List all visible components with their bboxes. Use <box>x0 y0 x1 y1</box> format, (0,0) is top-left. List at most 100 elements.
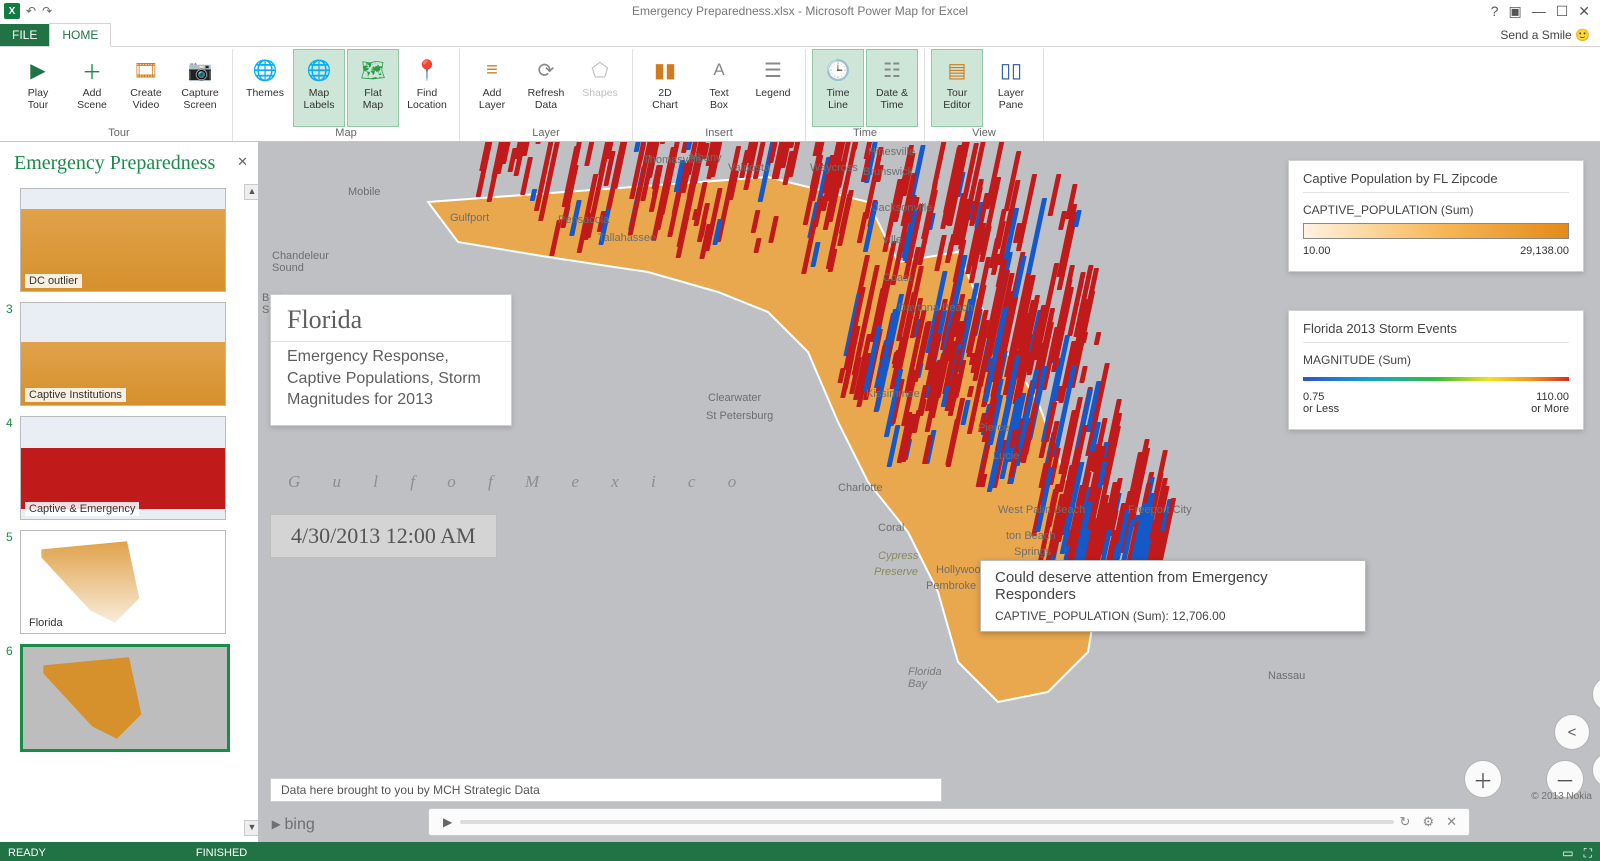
group-insert-label: Insert <box>639 127 799 141</box>
titlebar: X ↶ ↷ Emergency Preparedness.xlsx - Micr… <box>0 0 1600 22</box>
send-a-smile[interactable]: Send a Smile 🙂 <box>1490 24 1600 46</box>
themes-button[interactable]: 🌐Themes <box>239 49 291 127</box>
city-label: Pierce <box>978 422 1009 434</box>
statusbar-icon[interactable]: ⛶ <box>1584 846 1592 861</box>
add-layer-button[interactable]: ≡Add Layer <box>466 49 518 127</box>
scene-number: 5 <box>6 530 13 544</box>
ribbon-options-icon[interactable]: ▣ <box>1508 3 1521 20</box>
smile-label: Send a Smile <box>1500 28 1571 42</box>
status-finished: FINISHED <box>196 847 247 859</box>
map-labels-button[interactable]: 🌐Map Labels <box>293 49 345 127</box>
scene-number: 6 <box>6 644 13 658</box>
legend-captive-population[interactable]: Captive Population by FL Zipcode CAPTIVE… <box>1288 160 1584 272</box>
city-label: Hinesville <box>868 146 915 158</box>
loop-icon[interactable]: ↻ <box>1394 814 1417 830</box>
legend-storm-events[interactable]: Florida 2013 Storm Events MAGNITUDE (Sum… <box>1288 310 1584 430</box>
legend-title: Florida 2013 Storm Events <box>1303 321 1569 343</box>
statusbar-icon[interactable]: ▭ <box>1562 846 1573 861</box>
scene-scrollbar[interactable]: ▲ ▼ <box>244 184 258 836</box>
close-pane-icon[interactable]: ✕ <box>237 154 248 170</box>
maximize-icon[interactable]: ☐ <box>1556 3 1569 20</box>
close-timeline-icon[interactable]: ✕ <box>1440 814 1463 830</box>
settings-icon[interactable]: ⚙ <box>1416 814 1440 830</box>
city-label: ton Beach <box>1006 530 1056 542</box>
city-label: Lucie <box>993 450 1019 462</box>
tour-editor-button[interactable]: ▤Tour Editor <box>931 49 983 127</box>
refresh-data-button[interactable]: ⟳Refresh Data <box>520 49 572 127</box>
city-label: Springs <box>1014 546 1051 558</box>
legend-button[interactable]: ☰Legend <box>747 49 799 127</box>
scene-item-selected[interactable]: 6 <box>20 644 248 752</box>
scene-item[interactable]: 4 Captive & Emergency <box>20 416 248 520</box>
status-bar: READY FINISHED ▭ ⛶ <box>0 842 1600 861</box>
scene-text-card[interactable]: Florida Emergency Response, Captive Popu… <box>270 294 512 426</box>
legend-min: 0.75or Less <box>1303 391 1339 415</box>
play-tour-button[interactable]: ▶Play Tour <box>12 49 64 127</box>
gulf-label: G u l f o f M e x i c o <box>288 472 750 492</box>
scene-caption: Captive & Emergency <box>25 502 139 516</box>
scene-list: DC outlier 3 Captive Institutions 4 Capt… <box>0 184 248 836</box>
attribution-card: Data here brought to you by MCH Strategi… <box>270 778 942 802</box>
tab-file[interactable]: FILE <box>0 24 49 46</box>
city-label: Valdosta <box>728 162 770 174</box>
scene-item[interactable]: 5 Florida <box>20 530 248 634</box>
zoom-in-button[interactable]: ＋ <box>1464 760 1502 798</box>
add-scene-button[interactable]: ＋Add Scene <box>66 49 118 127</box>
find-location-button[interactable]: 📍Find Location <box>401 49 453 127</box>
create-video-button[interactable]: 🎞Create Video <box>120 49 172 127</box>
city-label: Jacksonville <box>873 202 932 214</box>
city-label: Nassau <box>1268 670 1305 682</box>
minimize-icon[interactable]: — <box>1532 3 1546 19</box>
city-label: Florida Bay <box>908 666 942 690</box>
play-icon[interactable]: ▶ <box>435 815 460 829</box>
data-tooltip: Could deserve attention from Emergency R… <box>980 560 1366 632</box>
map-canvas[interactable]: Mobile Gulfport Chandeleur Sound Breton … <box>258 142 1600 842</box>
status-ready: READY <box>8 847 46 859</box>
layer-pane-button[interactable]: ▯▯Layer Pane <box>985 49 1037 127</box>
timeline-playbar[interactable]: ▶ ↻ ⚙ ✕ <box>428 808 1470 836</box>
redo-icon[interactable]: ↷ <box>42 4 52 18</box>
close-icon[interactable]: ✕ <box>1578 3 1590 20</box>
date-time-button[interactable]: ☷Date & Time <box>866 49 918 127</box>
scene-item[interactable]: DC outlier <box>20 188 248 292</box>
legend-color-scale <box>1303 377 1569 381</box>
timeline-track[interactable] <box>460 820 1393 824</box>
card-title: Florida <box>271 295 511 341</box>
group-tour-label: Tour <box>12 127 226 141</box>
scene-number: 3 <box>6 302 13 316</box>
city-label: Albany <box>688 152 722 164</box>
text-box-button[interactable]: AText Box <box>693 49 745 127</box>
ribbon-tabs: FILE HOME Send a Smile 🙂 <box>0 22 1600 47</box>
city-label: Gulfport <box>450 212 489 224</box>
capture-screen-button[interactable]: 📷Capture Screen <box>174 49 226 127</box>
legend-title: Captive Population by FL Zipcode <box>1303 171 1569 193</box>
scene-caption: Captive Institutions <box>25 388 126 402</box>
city-label: Freeport City <box>1128 504 1192 516</box>
pan-left-button[interactable]: ˂ <box>1554 714 1590 750</box>
group-view-label: View <box>931 127 1037 141</box>
date-time-card[interactable]: 4/30/2013 12:00 AM <box>270 514 497 558</box>
city-label: ville <box>883 234 902 246</box>
city-label: Brunswick <box>863 166 913 178</box>
legend-color-scale <box>1303 223 1569 239</box>
flat-map-button[interactable]: 🗺Flat Map <box>347 49 399 127</box>
undo-icon[interactable]: ↶ <box>26 4 36 18</box>
city-label: Charlotte <box>838 482 883 494</box>
group-layer-label: Layer <box>466 127 626 141</box>
help-icon[interactable]: ? <box>1491 3 1499 19</box>
excel-icon: X <box>4 3 20 19</box>
tour-title: Emergency Preparedness <box>0 142 258 181</box>
tab-home[interactable]: HOME <box>49 23 111 47</box>
city-label: Clearwater <box>708 392 761 404</box>
workarea: Emergency Preparedness ✕ DC outlier 3 Ca… <box>0 142 1600 842</box>
2d-chart-button[interactable]: ▮▮2D Chart <box>639 49 691 127</box>
bing-logo: ▸ bing <box>272 814 315 834</box>
legend-max: 110.00or More <box>1531 391 1569 415</box>
nokia-copyright: © 2013 Nokia <box>1531 791 1592 802</box>
scene-item[interactable]: 3 Captive Institutions <box>20 302 248 406</box>
group-map-label: Map <box>239 127 453 141</box>
scene-caption: DC outlier <box>25 274 82 288</box>
time-line-button[interactable]: 🕒Time Line <box>812 49 864 127</box>
legend-metric: CAPTIVE_POPULATION (Sum) <box>1303 203 1569 217</box>
group-time-label: Time <box>812 127 918 141</box>
